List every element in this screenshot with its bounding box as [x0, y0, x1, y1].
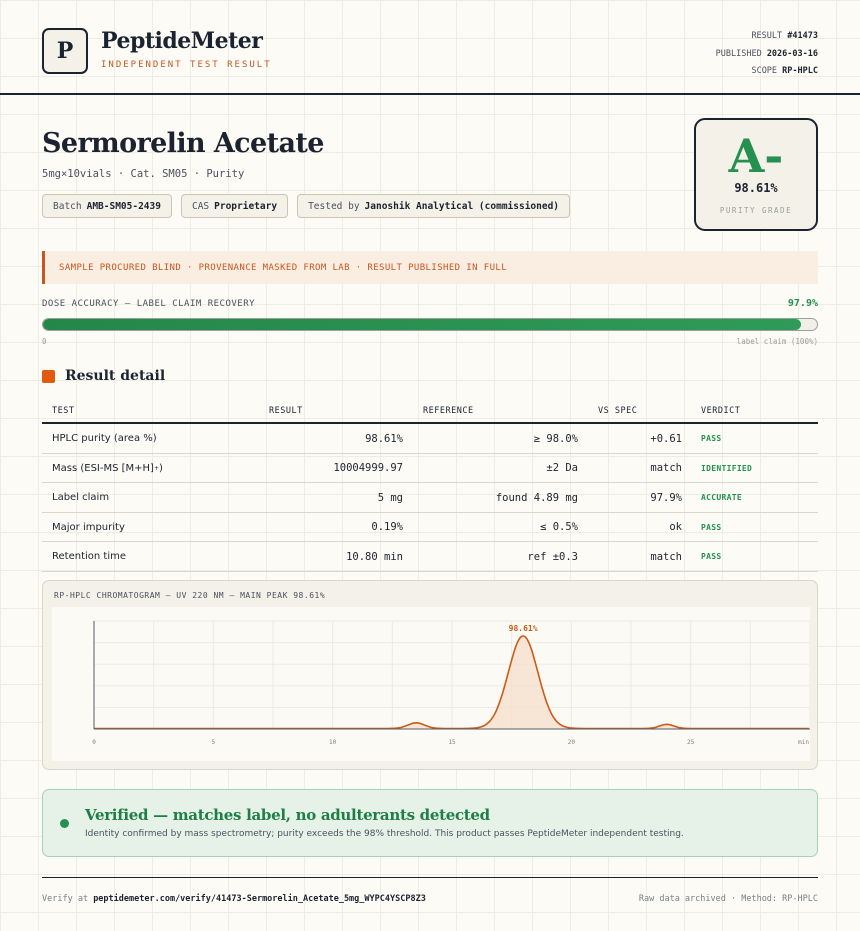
grade-label: PURITY GRADE — [719, 206, 793, 215]
result-meta: RESULT #41473 PUBLISHED 2026-03-16 SCOPE… — [716, 28, 818, 81]
cell-verdict: ACCURATE — [701, 493, 742, 502]
chart-background — [52, 607, 810, 761]
product-subtitle: 5mg×10vials · Cat. SM05 · Purity — [42, 168, 245, 180]
footer: Verify at peptidemeter.com/verify/41473-… — [42, 877, 818, 904]
dose-progress-fill — [43, 319, 801, 330]
brand-tagline: INDEPENDENT TEST RESULT — [101, 60, 272, 70]
cell-reference: ≤ 0.5% — [540, 521, 578, 533]
cell-vs-spec: 97.9% — [650, 491, 682, 504]
cell-verdict: PASS — [701, 552, 722, 561]
x-tick-label: 5 — [212, 739, 216, 746]
th-reference: REFERENCE — [423, 406, 474, 416]
cell-result: 5 mg — [377, 491, 403, 504]
verified-box: Verified — matches label, no adulterants… — [42, 789, 818, 857]
cell-result: 98.61% — [365, 432, 403, 445]
grade-letter: A- — [728, 129, 784, 183]
dose-progress-bar — [42, 318, 818, 331]
cell-verdict: PASS — [701, 434, 722, 443]
x-tick-label: 25 — [687, 739, 695, 746]
table-row: Label claim 5 mg found 4.89 mg 97.9% ACC… — [42, 483, 818, 513]
cell-vs-spec: ok — [669, 521, 682, 533]
cell-result: 0.19% — [371, 521, 403, 533]
dose-bar-min-label: 0 — [42, 337, 47, 346]
brand-name: PeptideMeter — [101, 28, 263, 54]
product-chips: Batch AMB-SM05-2439 CAS Proprietary Tested… — [42, 194, 571, 218]
cell-test: Mass (ESI-MS [M+H] +) — [52, 462, 163, 474]
verified-text: Identity confirmed by mass spectrometry;… — [85, 829, 684, 839]
chip-cas: CAS Proprietary — [180, 194, 289, 218]
meta-scope: SCOPE RP-HPLC — [751, 66, 818, 76]
cell-vs-spec: match — [650, 550, 682, 563]
result-table: TEST RESULT REFERENCE VS SPEC VERDICT HP… — [42, 398, 818, 572]
dose-accuracy-value: 97.9% — [787, 298, 818, 309]
th-verdict: VERDICT — [701, 406, 741, 416]
x-tick-label: 20 — [568, 739, 576, 746]
chip-batch: Batch AMB-SM05-2439 — [42, 194, 172, 218]
table-row: Major impurity 0.19% ≤ 0.5% ok PASS — [42, 513, 818, 542]
cell-verdict: PASS — [701, 522, 722, 532]
x-tick-label: 15 — [448, 739, 456, 746]
chromatogram-panel: RP-HPLC CHROMATOGRAM — UV 220 NM — MAIN … — [42, 580, 818, 770]
report-header: P PeptideMeter INDEPENDENT TEST RESULT R… — [0, 0, 860, 95]
procurement-banner: SAMPLE PROCURED BLIND · PROVENANCE MASKE… — [42, 251, 818, 284]
cell-reference: ref ±0.3 — [527, 550, 578, 563]
product-title: Sermorelin Acetate — [42, 128, 324, 159]
th-test: TEST — [52, 406, 75, 416]
x-unit-label: min — [798, 739, 809, 746]
meta-published: PUBLISHED 2026-03-16 — [715, 48, 818, 59]
verify-link[interactable]: peptidemeter.com/verify/41473-Sermorelin… — [93, 894, 426, 904]
cell-test: Retention time — [52, 551, 126, 562]
grade-value: 98.61% — [734, 181, 778, 195]
cell-result: 10.80 min — [346, 550, 403, 563]
th-result: RESULT — [269, 406, 303, 416]
cell-test: HPLC purity (area %) — [52, 433, 157, 444]
cell-reference: ±2 Da — [546, 462, 578, 474]
footer-method: Raw data archived · Method: RP-HPLC — [638, 894, 818, 904]
meta-result: RESULT #41473 — [751, 31, 818, 41]
chromatogram-chart: 0 5 10 15 20 25 min 98.61% — [52, 607, 810, 761]
cell-test: Label claim — [52, 492, 110, 503]
cell-reference: ≥ 98.0% — [533, 432, 578, 445]
cell-test: Major impurity — [52, 521, 125, 533]
purity-grade-card: A- 98.61% PURITY GRADE — [694, 118, 818, 231]
table-row: Mass (ESI-MS [M+H] +) 10004999.97 ±2 Da m… — [42, 454, 818, 483]
verified-title: Verified — matches label, no adulterants… — [85, 806, 490, 824]
table-header: TEST RESULT REFERENCE VS SPEC VERDICT — [42, 398, 818, 424]
cell-vs-spec: +0.61 — [650, 432, 682, 445]
peak-annotation: 98.61% — [509, 624, 538, 633]
table-row: Retention time 10.80 min ref ±0.3 match … — [42, 542, 818, 572]
verify-text: Verify at peptidemeter.com/verify/41473-… — [42, 894, 426, 904]
table-row: HPLC purity (area %) 98.61% ≥ 98.0% +0.6… — [42, 424, 818, 454]
cell-reference: found 4.89 mg — [495, 491, 578, 504]
cell-vs-spec: match — [650, 462, 682, 474]
cell-verdict: IDENTIFIED — [701, 463, 753, 473]
dose-accuracy-label: DOSE ACCURACY — LABEL CLAIM RECOVERY — [42, 299, 256, 309]
dose-bar-max-label: label claim (100%) — [736, 337, 818, 346]
chromatogram-title: RP-HPLC CHROMATOGRAM — UV 220 NM — MAIN … — [54, 591, 326, 600]
section-title: Result detail — [65, 368, 166, 384]
cell-result: 10004999.97 — [333, 462, 403, 474]
x-tick-label: 0 — [92, 739, 96, 746]
chip-tested-by: Tested by Janoshik Analytical (commission… — [297, 194, 571, 218]
x-tick-label: 10 — [329, 739, 337, 746]
th-vs-spec: VS SPEC — [598, 406, 638, 416]
verified-dot-icon — [60, 819, 69, 828]
brand-logo: P — [42, 28, 88, 74]
section-marker — [42, 370, 55, 383]
